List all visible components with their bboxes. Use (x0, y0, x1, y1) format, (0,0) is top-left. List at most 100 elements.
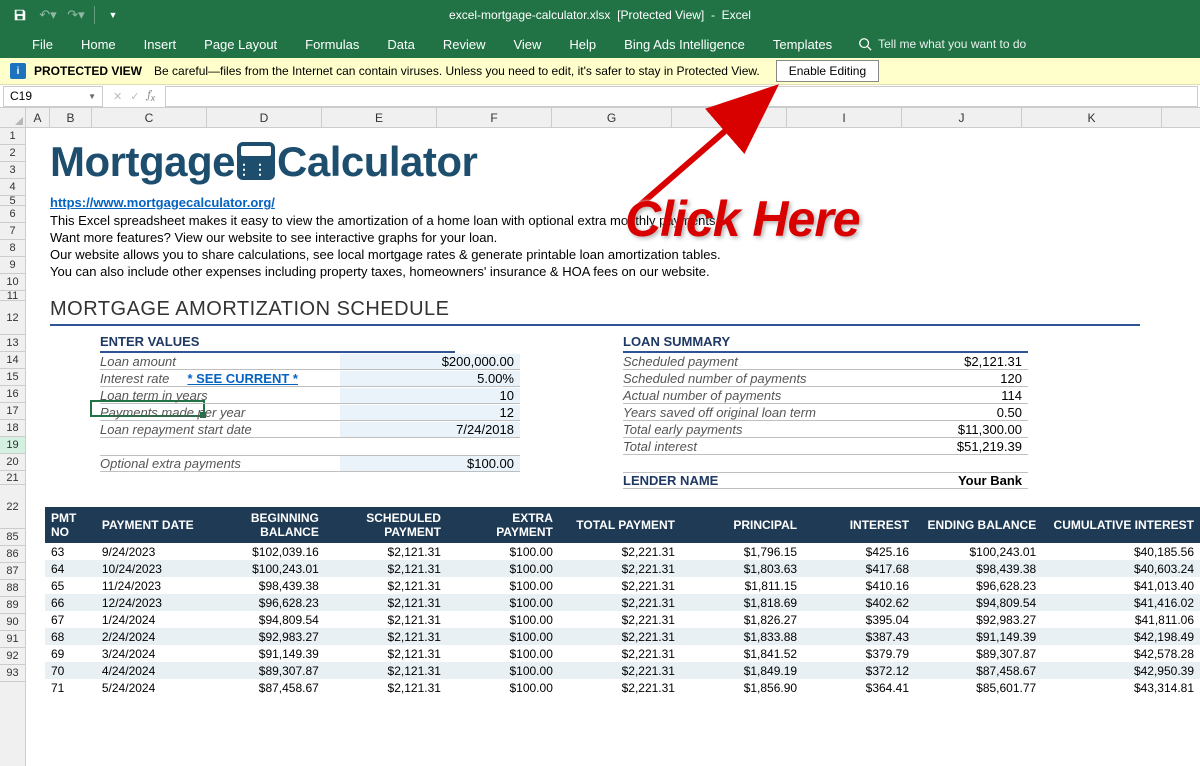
col-ending-balance[interactable]: ENDING BALANCE (915, 507, 1042, 543)
row-header-4[interactable]: 4 (0, 179, 25, 196)
col-header-I[interactable]: I (787, 108, 902, 127)
ribbon-tab-insert[interactable]: Insert (130, 31, 191, 58)
table-row[interactable]: 715/24/2024$87,458.67$2,121.31$100.00$2,… (45, 679, 1200, 696)
row-header-90[interactable]: 90 (0, 614, 25, 631)
col-header-F[interactable]: F (437, 108, 552, 127)
row-header-16[interactable]: 16 (0, 386, 25, 403)
row-header-21[interactable]: 21 (0, 471, 25, 485)
row-header-6[interactable]: 6 (0, 206, 25, 223)
table-row[interactable]: 6612/24/2023$96,628.23$2,121.31$100.00$2… (45, 594, 1200, 611)
chevron-down-icon[interactable]: ▼ (88, 92, 96, 101)
row-header-10[interactable]: 10 (0, 274, 25, 291)
row-header-88[interactable]: 88 (0, 580, 25, 597)
row-header-17[interactable]: 17 (0, 403, 25, 420)
col-header-B[interactable]: B (50, 108, 92, 127)
fx-icon[interactable]: fx (147, 88, 155, 103)
col-extra-payment[interactable]: EXTRA PAYMENT (447, 507, 559, 543)
col-header-E[interactable]: E (322, 108, 437, 127)
col-principal[interactable]: PRINCIPAL (681, 507, 803, 543)
summary-row-3: Years saved off original loan term0.50 (623, 404, 1028, 421)
website-link[interactable]: https://www.mortgagecalculator.org/ (50, 195, 275, 210)
ribbon-tab-file[interactable]: File (18, 31, 67, 58)
table-row[interactable]: 693/24/2024$91,149.39$2,121.31$100.00$2,… (45, 645, 1200, 662)
worksheet[interactable]: MortgageCalculator https://www.mortgagec… (26, 128, 1200, 766)
ribbon-tab-data[interactable]: Data (373, 31, 428, 58)
row-header-7[interactable]: 7 (0, 223, 25, 240)
row-header-20[interactable]: 20 (0, 454, 25, 471)
cancel-icon[interactable]: ✕ (113, 90, 122, 103)
ribbon-tab-page-layout[interactable]: Page Layout (190, 31, 291, 58)
formula-input[interactable] (165, 86, 1198, 107)
lender-name-row: LENDER NAME Your Bank (623, 472, 1028, 489)
col-header-C[interactable]: C (92, 108, 207, 127)
ribbon-tab-view[interactable]: View (499, 31, 555, 58)
col-cumulative-interest[interactable]: CUMULATIVE INTEREST (1042, 507, 1200, 543)
summary-row-4: Total early payments$11,300.00 (623, 421, 1028, 438)
row-header-15[interactable]: 15 (0, 369, 25, 386)
table-row[interactable]: 671/24/2024$94,809.54$2,121.31$100.00$2,… (45, 611, 1200, 628)
row-header-8[interactable]: 8 (0, 240, 25, 257)
row-header-22[interactable]: 22 (0, 485, 25, 529)
table-row[interactable]: 704/24/2024$89,307.87$2,121.31$100.00$2,… (45, 662, 1200, 679)
ribbon-tab-bing-ads-intelligence[interactable]: Bing Ads Intelligence (610, 31, 759, 58)
ribbon-tab-home[interactable]: Home (67, 31, 130, 58)
row-header-14[interactable]: 14 (0, 352, 25, 369)
col-beginning-balance[interactable]: BEGINNING BALANCE (203, 507, 325, 543)
row-header-85[interactable]: 85 (0, 529, 25, 546)
row-header-5[interactable]: 5 (0, 196, 25, 206)
row-header-13[interactable]: 13 (0, 335, 25, 352)
row-header-11[interactable]: 11 (0, 291, 25, 301)
table-row[interactable]: 6410/24/2023$100,243.01$2,121.31$100.00$… (45, 560, 1200, 577)
table-row[interactable]: 682/24/2024$92,983.27$2,121.31$100.00$2,… (45, 628, 1200, 645)
row-header-18[interactable]: 18 (0, 420, 25, 437)
row-header-19[interactable]: 19 (0, 437, 25, 454)
save-icon[interactable] (8, 3, 32, 27)
row-header-86[interactable]: 86 (0, 546, 25, 563)
table-row[interactable]: 639/24/2023$102,039.16$2,121.31$100.00$2… (45, 543, 1200, 560)
ribbon-tab-templates[interactable]: Templates (759, 31, 846, 58)
col-header-H[interactable]: H (672, 108, 787, 127)
title-bar: ↶▾ ↷▾ ▼ excel-mortgage-calculator.xlsx [… (0, 0, 1200, 30)
col-header-J[interactable]: J (902, 108, 1022, 127)
enter-row-0: Loan amount$200,000.00 (100, 353, 520, 370)
row-header-92[interactable]: 92 (0, 648, 25, 665)
col-header-D[interactable]: D (207, 108, 322, 127)
enter-values-panel: ENTER VALUES Loan amount$200,000.00Inter… (100, 334, 520, 489)
table-row[interactable]: 6511/24/2023$98,439.38$2,121.31$100.00$2… (45, 577, 1200, 594)
ribbon-tab-formulas[interactable]: Formulas (291, 31, 373, 58)
row-header-3[interactable]: 3 (0, 162, 25, 179)
see-current-link[interactable]: * SEE CURRENT * (187, 371, 298, 386)
enter-row-4: Loan repayment start date7/24/2018 (100, 421, 520, 438)
col-header-A[interactable]: A (26, 108, 50, 127)
col-pmt-no[interactable]: PMT NO (45, 507, 96, 543)
qat-customize-icon[interactable]: ▼ (101, 3, 125, 27)
col-scheduled-payment[interactable]: SCHEDULED PAYMENT (325, 507, 447, 543)
redo-icon[interactable]: ↷▾ (64, 3, 88, 27)
summary-row-5: Total interest$51,219.39 (623, 438, 1028, 455)
row-header-93[interactable]: 93 (0, 665, 25, 682)
enter-icon[interactable]: ✓ (130, 90, 139, 103)
row-header-9[interactable]: 9 (0, 257, 25, 274)
name-box[interactable]: C19▼ (3, 86, 103, 107)
row-header-87[interactable]: 87 (0, 563, 25, 580)
table-header-row: PMT NOPAYMENT DATEBEGINNING BALANCESCHED… (45, 507, 1200, 543)
row-header-2[interactable]: 2 (0, 145, 25, 162)
formula-buttons: ✕ ✓ fx (103, 88, 165, 103)
ribbon-tab-review[interactable]: Review (429, 31, 500, 58)
ribbon-tab-help[interactable]: Help (555, 31, 610, 58)
enable-editing-button[interactable]: Enable Editing (776, 60, 879, 82)
undo-icon[interactable]: ↶▾ (36, 3, 60, 27)
row-header-91[interactable]: 91 (0, 631, 25, 648)
tell-me-search[interactable]: Tell me what you want to do (858, 37, 1026, 51)
col-total-payment[interactable]: TOTAL PAYMENT (559, 507, 681, 543)
row-header-12[interactable]: 12 (0, 301, 25, 335)
select-all-triangle[interactable] (0, 108, 26, 127)
enter-row-3: Payments made per year12 (100, 404, 520, 421)
col-header-G[interactable]: G (552, 108, 672, 127)
col-payment-date[interactable]: PAYMENT DATE (96, 507, 203, 543)
loan-summary-header: LOAN SUMMARY (623, 334, 1028, 353)
col-header-K[interactable]: K (1022, 108, 1162, 127)
row-header-1[interactable]: 1 (0, 128, 25, 145)
row-header-89[interactable]: 89 (0, 597, 25, 614)
col-interest[interactable]: INTEREST (803, 507, 915, 543)
